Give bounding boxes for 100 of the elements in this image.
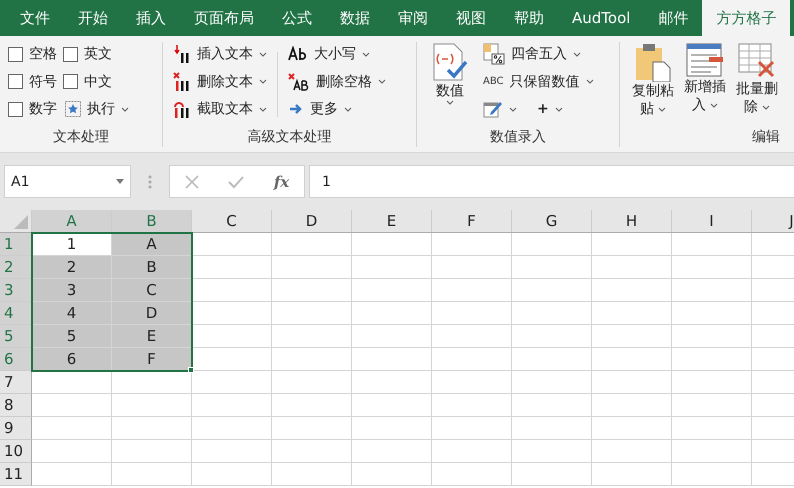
row-header[interactable]: 5 (0, 325, 32, 348)
run-button[interactable]: 执行 (63, 97, 131, 121)
group-label: 文本处理 (52, 128, 110, 147)
caret-icon (259, 106, 267, 112)
checkbox-label: 符号 (29, 72, 57, 90)
menu-tab[interactable]: 视图 (442, 0, 500, 36)
delete-text-icon (173, 72, 191, 92)
caret-icon (121, 106, 129, 112)
fill-handle[interactable] (188, 367, 194, 373)
ribbon-button[interactable]: 四舍五入 (481, 42, 596, 66)
menu-tab[interactable]: 数据 (326, 0, 384, 36)
column-header[interactable]: B (112, 210, 192, 232)
table-percent-icon (483, 43, 505, 65)
caret-icon (710, 102, 718, 108)
ribbon-button[interactable]: 删除文本 (171, 70, 269, 94)
group-label: 编辑 (751, 128, 781, 147)
number-button[interactable]: 数值 (425, 42, 475, 127)
formula-input[interactable]: 1 (309, 165, 794, 198)
caret-icon (573, 52, 581, 56)
row-header[interactable]: 10 (0, 440, 32, 463)
menu-tab[interactable]: 审阅 (384, 0, 442, 36)
menu-tab[interactable]: AudTool (558, 0, 644, 36)
group-label: 高级文本处理 (246, 128, 332, 147)
checkbox[interactable] (63, 46, 78, 62)
table-pencil-icon (483, 100, 503, 118)
checkbox-label: 英文 (84, 45, 112, 63)
ribbon-button[interactable]: 截取文本 (171, 97, 269, 121)
check-icon (228, 174, 244, 188)
abc-icon: ABC (483, 76, 504, 87)
checkbox-label: 空格 (29, 45, 57, 63)
caret-icon (259, 52, 267, 56)
ribbon-button[interactable]: 新增插入 (680, 42, 730, 127)
table-cell[interactable]: 4 (32, 302, 112, 325)
menu-tab[interactable]: 文件 (6, 0, 64, 36)
menu-tab[interactable]: 插入 (122, 0, 180, 36)
checkbox[interactable] (8, 46, 23, 62)
table-cell[interactable]: A (112, 233, 192, 256)
table-cell[interactable]: D (112, 302, 192, 325)
row-header[interactable]: 4 (0, 302, 32, 325)
remove-spaces-icon (288, 72, 310, 90)
row-header[interactable]: 8 (0, 394, 32, 417)
plus-button[interactable]: + (535, 97, 565, 121)
table-cell[interactable]: 5 (32, 325, 112, 348)
dropdown-arrow-icon (116, 179, 124, 184)
caret-icon (586, 79, 594, 84)
table-cell[interactable]: 3 (32, 279, 112, 302)
menu-tab[interactable]: 帮助 (500, 0, 558, 36)
row-header[interactable]: 9 (0, 417, 32, 440)
cut-text-icon (173, 99, 191, 119)
table-cell[interactable]: 2 (32, 256, 112, 279)
checkbox[interactable] (8, 102, 23, 116)
caret-icon (344, 106, 352, 112)
menu-tab[interactable]: 邮件 (644, 0, 702, 36)
ribbon-button[interactable]: 大小写 (286, 42, 388, 66)
table-cell[interactable]: 6 (32, 348, 112, 371)
ribbon-button[interactable]: 复制粘贴 (628, 42, 678, 127)
name-box[interactable]: A1 (4, 165, 131, 198)
table-cell[interactable]: B (112, 256, 192, 279)
caret-icon (446, 100, 454, 105)
table-cell[interactable]: E (112, 325, 192, 348)
table-cell[interactable]: F (112, 348, 192, 371)
menu-tab[interactable]: 开始 (64, 0, 122, 36)
select-all-icon (14, 215, 28, 229)
insert-row-icon (685, 42, 725, 78)
checkbox-label: 数字 (29, 100, 57, 118)
caret-icon (658, 106, 666, 112)
caret-icon (509, 106, 517, 112)
menu-tab[interactable]: 页面布局 (180, 0, 268, 36)
checkbox[interactable] (8, 74, 23, 89)
group-label: 数值录入 (489, 128, 547, 147)
caret-icon (362, 52, 370, 56)
menu-tab[interactable]: 方方格子 (702, 0, 790, 36)
caret-icon (554, 106, 563, 112)
checkbox-label: 中文 (84, 72, 112, 90)
row-header[interactable]: 1 (0, 233, 32, 256)
ribbon-button[interactable]: 更多 (286, 97, 388, 121)
insert-text-icon (173, 44, 191, 64)
ribbon-button[interactable]: ABC 只保留数值 (481, 70, 596, 94)
row-header[interactable]: 7 (0, 371, 32, 394)
menu-tab[interactable]: 公式 (268, 0, 326, 36)
letter-case-icon (288, 46, 308, 62)
clipboard-icon (633, 42, 673, 82)
caret-icon (259, 79, 267, 84)
arrow-right-icon (288, 102, 304, 116)
row-header[interactable]: 6 (0, 348, 32, 371)
insert-function-button[interactable]: fx (274, 172, 290, 190)
row-header[interactable]: 2 (0, 256, 32, 279)
column-header[interactable]: A (32, 210, 112, 232)
checkbox[interactable] (63, 74, 78, 89)
table-cell[interactable]: C (112, 279, 192, 302)
grip-icon (148, 174, 152, 190)
ribbon-button[interactable]: 插入文本 (171, 42, 269, 66)
caret-icon (378, 79, 386, 84)
row-header[interactable]: 11 (0, 463, 32, 486)
caret-icon (762, 104, 770, 110)
cancel-icon (184, 174, 199, 188)
row-header[interactable]: 3 (0, 279, 32, 302)
ribbon-button[interactable]: 批量删除 (732, 42, 782, 127)
delete-table-icon (737, 42, 777, 80)
ribbon-button[interactable]: 删除空格 (286, 70, 388, 94)
